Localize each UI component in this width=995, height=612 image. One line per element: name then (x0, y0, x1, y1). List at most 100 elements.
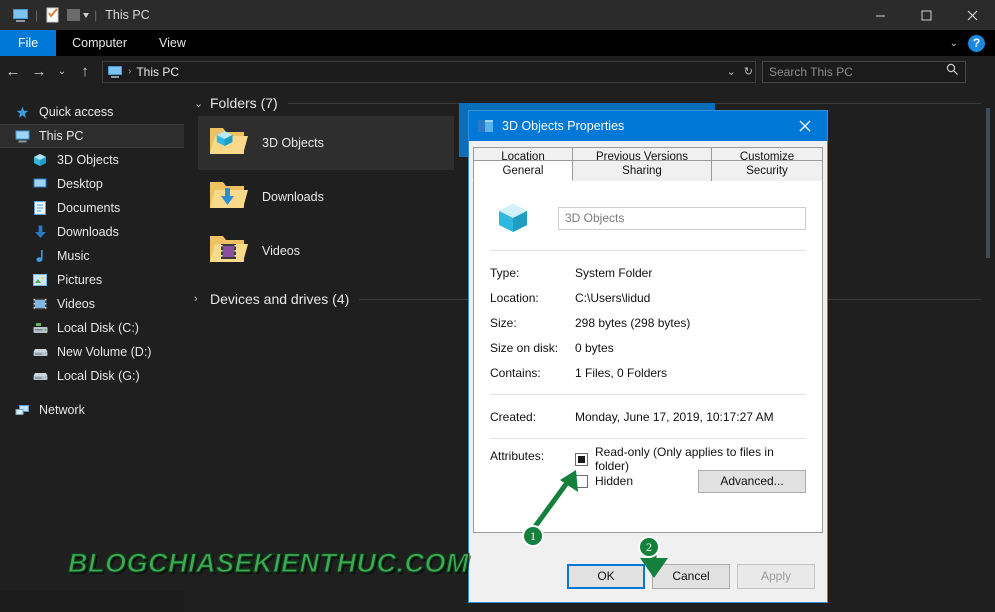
group-label: Folders (7) (210, 95, 278, 111)
dialog-title-bar: 3D Objects Properties (469, 111, 827, 141)
vertical-scrollbar[interactable] (983, 90, 995, 590)
hidden-checkbox-row[interactable]: Hidden Advanced... (575, 469, 806, 493)
system-drive-icon (30, 320, 50, 336)
star-icon (12, 104, 32, 120)
sidebar-item-label: New Volume (D:) (57, 345, 152, 359)
qat-divider-1: | (35, 8, 39, 22)
attributes-label: Attributes: (490, 449, 545, 463)
ok-button[interactable]: OK (567, 563, 645, 589)
network-icon (12, 402, 32, 418)
status-bar-left (0, 590, 184, 612)
sidebar-item-downloads[interactable]: Downloads (0, 220, 184, 244)
sidebar-item-documents[interactable]: Documents (0, 196, 184, 220)
property-row-contains: Contains: 1 Files, 0 Folders (490, 360, 806, 385)
recent-locations-icon[interactable]: ⌄ (52, 59, 72, 85)
dialog-tab-row-bottom: General Sharing Security (469, 160, 827, 181)
divider (490, 394, 806, 395)
search-input[interactable]: Search This PC (769, 65, 946, 79)
readonly-checkbox[interactable] (575, 452, 588, 466)
file-item-3d-objects[interactable]: 3D Objects (198, 116, 454, 170)
cancel-button[interactable]: Cancel (652, 563, 730, 589)
video-icon (30, 296, 50, 312)
hidden-label: Hidden (595, 474, 634, 488)
breadcrumb[interactable]: This PC (136, 65, 179, 79)
tab-security[interactable]: Security (711, 160, 823, 181)
tab-view[interactable]: View (143, 30, 202, 56)
chevron-right-icon[interactable]: › (194, 293, 210, 305)
close-icon[interactable] (949, 0, 995, 30)
sidebar-item-local-disk-c[interactable]: Local Disk (C:) (0, 316, 184, 340)
sidebar-item-label: Documents (57, 201, 121, 215)
title-bar: | | This PC (0, 0, 995, 30)
folder-downloads-icon (208, 178, 248, 217)
folder-videos-icon (208, 232, 248, 271)
navigation-pane[interactable]: Quick access This PC 3D Objects Desktop … (0, 90, 184, 612)
property-value: 0 bytes (575, 340, 614, 355)
sidebar-item-pictures[interactable]: Pictures (0, 268, 184, 292)
file-item-label: Videos (262, 244, 300, 258)
minimize-icon[interactable] (857, 0, 903, 30)
attributes-row: Attributes: Read-only (Only applies to f… (490, 445, 806, 493)
help-icon[interactable]: ? (968, 34, 985, 52)
sidebar-item-label: Quick access (39, 105, 114, 119)
tab-computer[interactable]: Computer (56, 30, 143, 56)
ribbon-right-controls: ⌄ ? (950, 30, 995, 56)
refresh-icon[interactable]: ↻ (744, 65, 753, 78)
path-this-pc-icon (107, 65, 123, 79)
up-icon[interactable]: ↑ (72, 59, 98, 85)
this-pc-icon[interactable] (7, 2, 33, 28)
address-dropdown-icon[interactable]: ⌄ (727, 65, 736, 78)
search-box[interactable]: Search This PC (762, 60, 966, 83)
back-icon[interactable]: ← (0, 59, 26, 85)
property-label: Contains: (490, 365, 541, 380)
desktop-icon (30, 176, 50, 192)
tab-sharing[interactable]: Sharing (572, 160, 712, 181)
sidebar-item-3d-objects[interactable]: 3D Objects (0, 148, 184, 172)
sidebar-item-music[interactable]: Music (0, 244, 184, 268)
folder-3d-objects-icon (208, 124, 248, 163)
sidebar-item-label: Local Disk (G:) (57, 369, 140, 383)
sidebar-item-network[interactable]: Network (0, 398, 184, 422)
ribbon-tab-bar: File Computer View ⌄ ? (0, 30, 995, 56)
property-value: System Folder (575, 265, 653, 280)
folder-name-input[interactable]: 3D Objects (558, 206, 806, 230)
sidebar-item-quick-access[interactable]: Quick access (0, 100, 184, 124)
maximize-icon[interactable] (903, 0, 949, 30)
breadcrumb-separator: › (128, 66, 132, 77)
forward-icon[interactable]: → (26, 59, 52, 85)
chevron-down-icon[interactable]: ⌄ (194, 97, 210, 110)
property-row-location: Location: C:\Users\lidud (490, 285, 806, 310)
sidebar-item-desktop[interactable]: Desktop (0, 172, 184, 196)
sidebar-item-local-disk-g[interactable]: Local Disk (G:) (0, 364, 184, 388)
picture-icon (30, 272, 50, 288)
property-label: Location: (490, 290, 539, 305)
file-item-downloads[interactable]: Downloads (198, 170, 454, 224)
property-value: 1 Files, 0 Folders (575, 365, 668, 380)
file-explorer-window: | | This PC File Computer View ⌄ ? ← → ⌄… (0, 0, 995, 612)
close-icon[interactable] (783, 111, 827, 141)
properties-icon[interactable] (40, 2, 66, 28)
property-value: Monday, June 17, 2019, 10:17:27 AM (575, 409, 774, 424)
address-input[interactable]: › This PC ⌄ ↻ (102, 60, 756, 83)
tab-general[interactable]: General (473, 160, 573, 181)
folder-dropdown-icon[interactable] (66, 2, 92, 28)
property-label: Size: (490, 315, 517, 330)
cube-icon (30, 152, 50, 168)
chevron-down-icon[interactable]: ⌄ (950, 38, 958, 49)
sidebar-item-new-volume-d[interactable]: New Volume (D:) (0, 340, 184, 364)
sidebar-item-this-pc[interactable]: This PC (0, 124, 184, 148)
quick-access-toolbar: | | This PC (0, 0, 150, 30)
window-title: This PC (105, 8, 150, 22)
drive-icon (30, 368, 50, 384)
properties-dialog: 3D Objects Properties Location Previous … (468, 110, 828, 603)
scrollbar-thumb[interactable] (986, 108, 990, 258)
sidebar-item-label: Local Disk (C:) (57, 321, 139, 335)
readonly-checkbox-row[interactable]: Read-only (Only applies to files in fold… (575, 445, 806, 473)
advanced-button[interactable]: Advanced... (698, 469, 806, 493)
search-icon[interactable] (946, 63, 959, 81)
hidden-checkbox[interactable] (575, 474, 588, 488)
file-item-videos[interactable]: Videos (198, 224, 454, 278)
sidebar-item-videos[interactable]: Videos (0, 292, 184, 316)
sidebar-item-label: Music (57, 249, 90, 263)
tab-file[interactable]: File (0, 30, 57, 56)
